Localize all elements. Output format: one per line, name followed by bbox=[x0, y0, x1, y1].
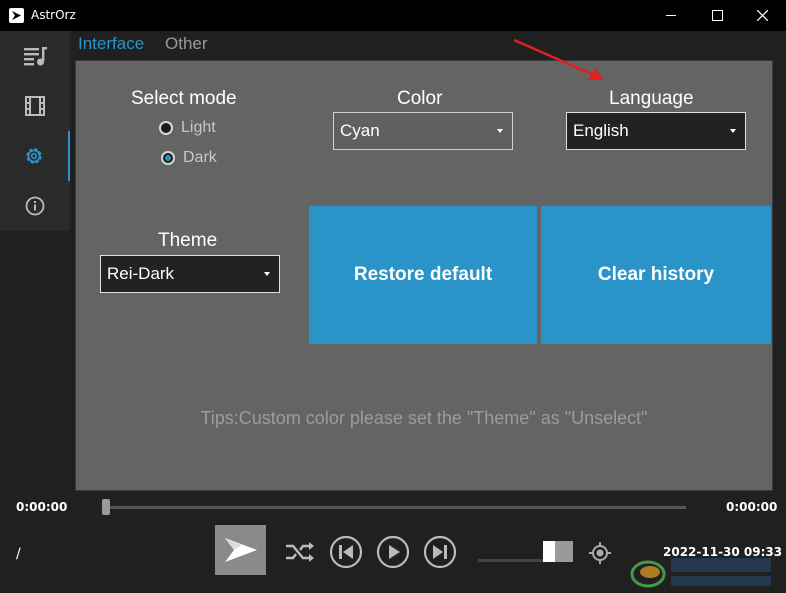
maximize-button[interactable] bbox=[694, 0, 740, 31]
maximize-icon bbox=[712, 10, 723, 21]
radio-light[interactable]: Light bbox=[159, 119, 216, 137]
app-logo-icon bbox=[9, 8, 24, 23]
locate-icon[interactable] bbox=[588, 541, 612, 565]
sidebar-item-playlist[interactable] bbox=[0, 31, 70, 81]
app-logo-button[interactable] bbox=[215, 525, 266, 575]
radio-light-label: Light bbox=[181, 119, 216, 136]
sidebar-item-video[interactable] bbox=[0, 81, 70, 131]
shuffle-icon[interactable] bbox=[282, 535, 316, 569]
radio-light-circle[interactable] bbox=[159, 121, 173, 135]
select-mode-label: Select mode bbox=[131, 88, 237, 109]
annotation-arrow-icon bbox=[513, 38, 604, 80]
language-select-value: English bbox=[573, 121, 629, 140]
current-time: 0:00:00 bbox=[16, 500, 68, 514]
playlist-icon bbox=[24, 47, 47, 66]
close-icon bbox=[757, 10, 768, 21]
previous-button[interactable] bbox=[329, 535, 363, 569]
datetime-display: 2022-11-30 09:33 bbox=[663, 545, 783, 559]
radio-dark[interactable]: Dark bbox=[161, 149, 217, 167]
seek-bar[interactable] bbox=[106, 506, 686, 509]
tips-text: Tips:Custom color please set the "Theme"… bbox=[200, 408, 648, 428]
language-select[interactable]: English bbox=[566, 112, 746, 150]
volume-thumb[interactable] bbox=[543, 541, 573, 562]
chevron-down-icon bbox=[497, 129, 503, 133]
language-label: Language bbox=[609, 88, 694, 109]
playlist-status: / bbox=[16, 546, 21, 562]
chevron-down-icon bbox=[264, 272, 270, 276]
next-button[interactable] bbox=[423, 535, 457, 569]
sidebar bbox=[0, 31, 70, 231]
seek-thumb[interactable] bbox=[102, 499, 110, 515]
total-time: 0:00:00 bbox=[726, 500, 778, 514]
window-title: AstrOrz bbox=[31, 8, 76, 22]
sidebar-item-settings[interactable] bbox=[0, 131, 70, 181]
clear-history-button[interactable]: Clear history bbox=[541, 206, 771, 344]
film-icon bbox=[25, 96, 45, 116]
minimize-icon bbox=[666, 15, 676, 16]
minimize-button[interactable] bbox=[648, 0, 694, 31]
astrorz-logo-icon bbox=[224, 538, 257, 562]
close-button[interactable] bbox=[740, 0, 786, 31]
sidebar-item-about[interactable] bbox=[0, 181, 70, 231]
title-bar: AstrOrz bbox=[0, 0, 786, 31]
settings-panel: Select mode Light Dark Color Cyan Langua… bbox=[75, 60, 773, 491]
radio-dark-circle[interactable] bbox=[161, 151, 175, 165]
tab-other[interactable]: Other bbox=[165, 34, 208, 54]
restore-default-button[interactable]: Restore default bbox=[309, 206, 537, 344]
volume-thumb-handle bbox=[555, 541, 573, 562]
info-icon bbox=[25, 196, 45, 216]
color-select-value: Cyan bbox=[340, 121, 380, 140]
chevron-down-icon bbox=[730, 129, 736, 133]
radio-dark-label: Dark bbox=[183, 149, 217, 166]
tab-interface[interactable]: Interface bbox=[78, 34, 144, 54]
play-button[interactable] bbox=[376, 535, 410, 569]
theme-label: Theme bbox=[158, 230, 218, 251]
theme-select-value: Rei-Dark bbox=[107, 264, 175, 283]
theme-select[interactable]: Rei-Dark bbox=[100, 255, 280, 293]
color-select[interactable]: Cyan bbox=[333, 112, 513, 150]
color-label: Color bbox=[397, 88, 443, 109]
gear-icon bbox=[26, 148, 42, 164]
